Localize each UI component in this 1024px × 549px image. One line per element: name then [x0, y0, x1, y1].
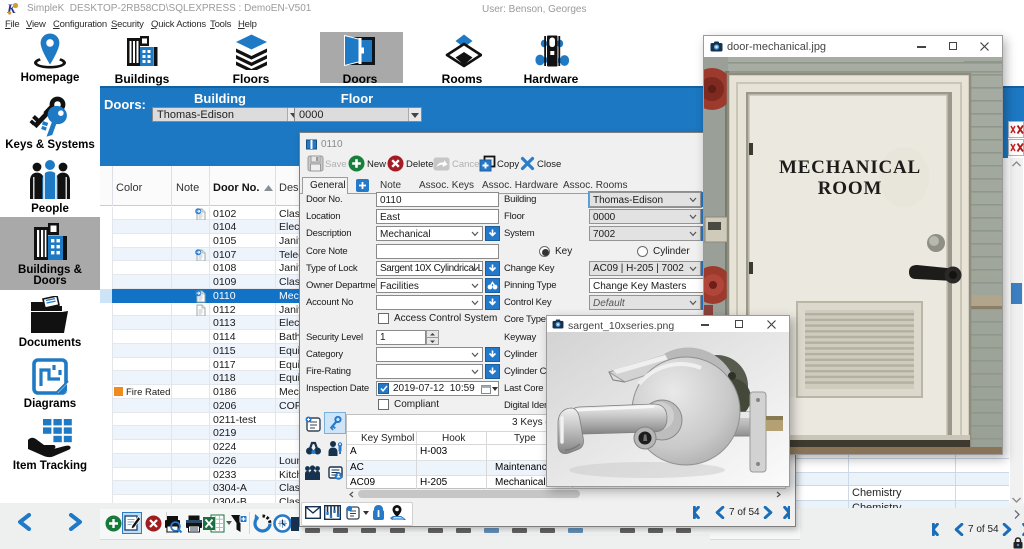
svg-text:ROOM: ROOM [818, 178, 882, 199]
svg-text:MECHANICAL: MECHANICAL [779, 157, 921, 178]
